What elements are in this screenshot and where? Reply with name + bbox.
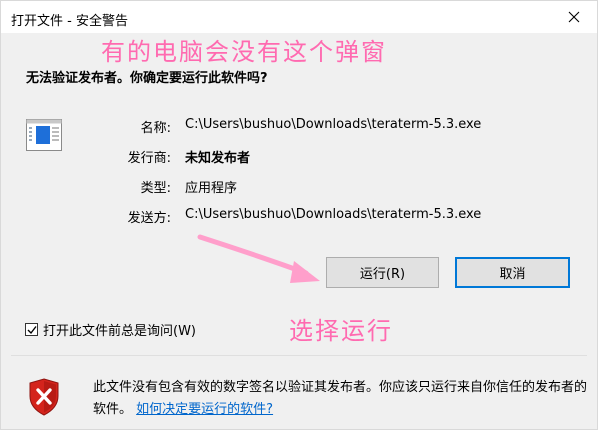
name-label: 名称:	[140, 121, 171, 136]
cancel-button[interactable]: 取消	[455, 257, 570, 288]
checkmark-icon	[27, 325, 37, 334]
warning-message: 此文件没有包含有效的数字签名以验证其发布者。你应该只运行来自你信任的发布者的软件…	[93, 377, 593, 421]
security-question: 无法验证发布者。你确定要运行此软件吗?	[26, 71, 268, 86]
always-ask-option[interactable]: 打开此文件前总是询问(W)	[25, 320, 196, 339]
always-ask-label: 打开此文件前总是询问(W)	[43, 324, 196, 339]
security-warning-dialog: 打开文件 - 安全警告 有的电脑会没有这个弹窗 无法验证发布者。你确定要运行此软…	[0, 0, 598, 430]
name-value: C:\Users\bushuo\Downloads\teraterm-5.3.e…	[185, 117, 482, 132]
type-label: 类型:	[140, 181, 171, 196]
decide-software-link[interactable]: 如何决定要运行的软件?	[136, 402, 273, 417]
annotation-choose-run: 选择运行	[289, 317, 393, 345]
publisher-value: 未知发布者	[185, 151, 251, 166]
window-title: 打开文件 - 安全警告	[11, 14, 128, 29]
from-value: C:\Users\bushuo\Downloads\teraterm-5.3.e…	[185, 207, 482, 222]
close-icon	[568, 11, 580, 23]
close-button[interactable]	[551, 1, 597, 33]
run-button[interactable]: 运行(R)	[326, 257, 439, 288]
arrow-annotation	[197, 234, 320, 283]
publisher-label: 发行商:	[127, 151, 171, 166]
shield-warning-icon	[29, 378, 59, 416]
divider	[11, 355, 587, 356]
annotation-no-popup: 有的电脑会没有这个弹窗	[101, 38, 387, 66]
always-ask-checkbox[interactable]	[25, 323, 38, 336]
title-bar: 打开文件 - 安全警告	[1, 1, 597, 33]
from-label: 发送方:	[127, 211, 171, 226]
type-value: 应用程序	[185, 181, 238, 196]
